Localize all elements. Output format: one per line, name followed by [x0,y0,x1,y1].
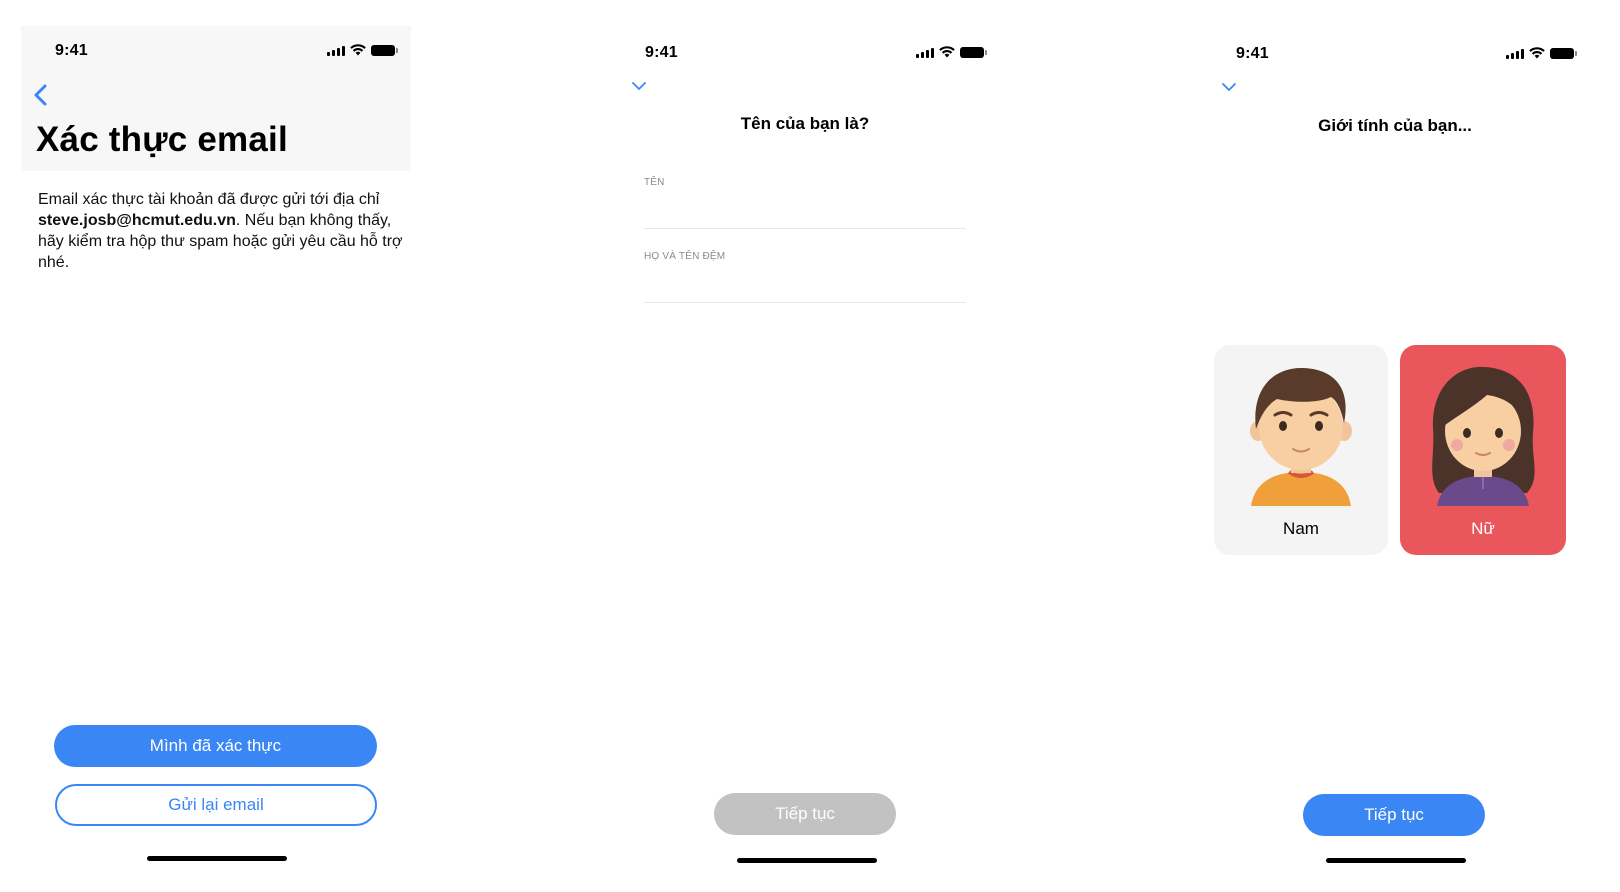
status-bar: 9:41 [610,28,1000,72]
verification-description: Email xác thực tài khoản đã được gửi tới… [38,189,408,273]
status-bar: 9:41 [1200,29,1590,73]
status-bar: 9:41 [21,26,411,70]
continue-button[interactable]: Tiếp tục [1303,794,1485,836]
battery-icon [1550,47,1577,59]
name-entry-screen: 9:41 Tên của bạn là? TÊN HỌ VÀ TÊN ĐỆM T… [610,0,1000,892]
wifi-icon [939,46,955,58]
wifi-icon [1529,47,1545,59]
page-title: Xác thực email [36,120,288,159]
home-indicator [147,856,287,861]
gender-selection-screen: 9:41 Giới tính của bạn... Nam Nữ Tiếp tụ… [1200,0,1590,892]
gender-option-female[interactable]: Nữ [1400,345,1566,555]
resend-email-button[interactable]: Gửi lại email [55,784,377,826]
gender-question-heading: Giới tính của bạn... [1318,116,1472,135]
back-chevron-icon[interactable] [29,80,53,110]
name-question-heading: Tên của bạn là? [740,114,870,133]
status-time: 9:41 [1236,45,1269,62]
gender-option-male[interactable]: Nam [1214,345,1388,555]
status-time: 9:41 [645,44,678,61]
male-avatar-icon [1250,367,1352,506]
description-text: Email xác thực tài khoản đã được gửi tới… [38,191,380,208]
status-time: 9:41 [55,42,88,59]
home-indicator [1326,858,1466,863]
cellular-signal-icon [1506,48,1524,59]
cellular-signal-icon [327,45,345,56]
verified-button[interactable]: Mình đã xác thực [54,725,377,767]
chevron-down-icon[interactable] [630,80,648,92]
email-verification-screen: 9:41 Xác thực email Email xác thực tài k… [21,0,411,892]
wifi-icon [350,44,366,56]
male-option-label: Nam [1283,519,1319,538]
home-indicator [737,858,877,863]
continue-button-disabled[interactable]: Tiếp tục [714,793,896,835]
chevron-down-icon[interactable] [1220,81,1238,93]
first-name-label: TÊN [644,177,665,188]
last-name-label: HỌ VÀ TÊN ĐỆM [644,251,726,262]
last-name-field[interactable]: HỌ VÀ TÊN ĐỆM [644,251,966,303]
first-name-field[interactable]: TÊN [644,177,966,229]
female-avatar-icon [1432,366,1535,506]
battery-icon [960,46,987,58]
female-option-label: Nữ [1471,519,1495,538]
email-address: steve.josb@hcmut.edu.vn [38,212,236,229]
cellular-signal-icon [916,47,934,58]
battery-icon [371,44,398,56]
